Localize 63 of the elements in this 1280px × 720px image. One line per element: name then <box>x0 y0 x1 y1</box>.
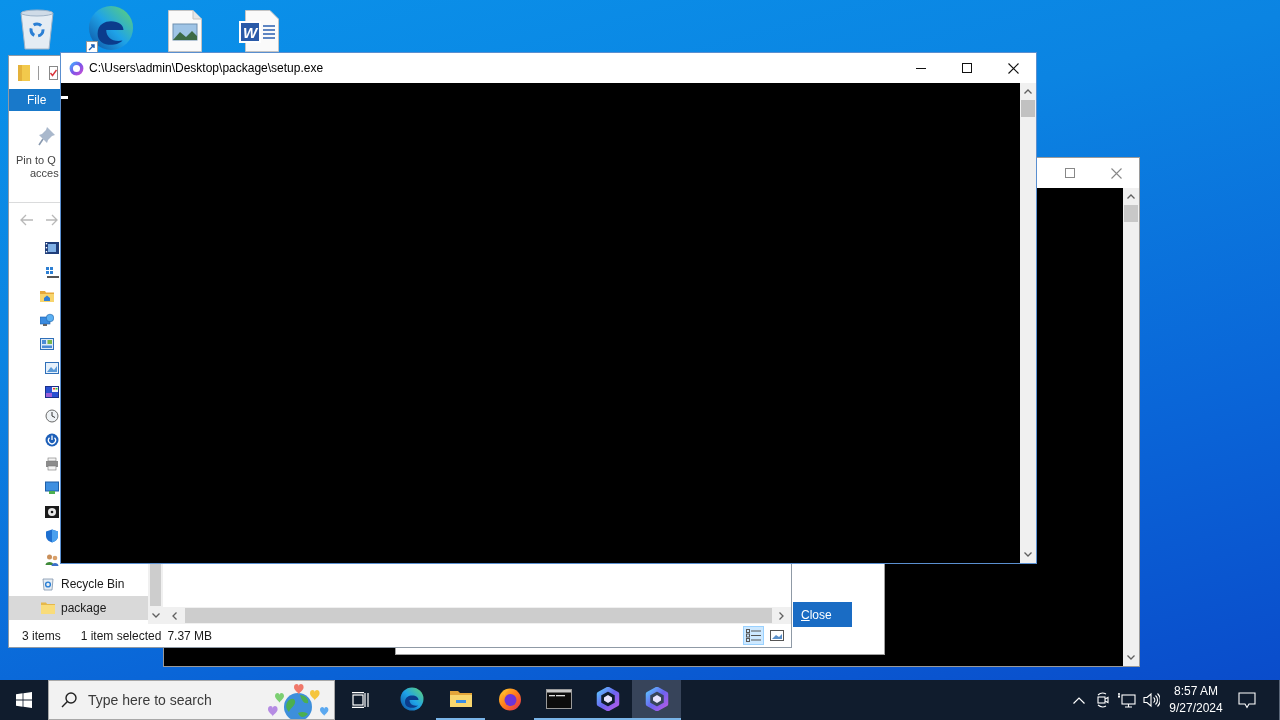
chevron-down-icon <box>1127 655 1135 660</box>
search-field[interactable]: Type here to search <box>48 680 335 720</box>
close-icon <box>1007 62 1019 74</box>
taskbar-app-button[interactable] <box>632 680 681 720</box>
hexagon-ring-icon <box>644 687 669 711</box>
picture-icon <box>769 630 784 641</box>
chevron-left-icon <box>171 611 177 620</box>
checkmark-icon[interactable] <box>49 65 58 80</box>
ring-icon <box>69 60 84 76</box>
volume-icon <box>1142 692 1160 708</box>
hexagon-ring-icon <box>595 687 620 711</box>
users-icon[interactable] <box>45 553 59 567</box>
item-count: 3 items <box>22 627 61 645</box>
folder-icon[interactable] <box>40 289 54 303</box>
terminal-icon <box>545 689 572 709</box>
chevron-up-icon <box>1073 696 1085 704</box>
picture-window-icon[interactable] <box>45 361 59 375</box>
notification-icon <box>1238 691 1256 709</box>
browser-shortcut-icon[interactable] <box>86 5 136 53</box>
nav-item[interactable]: package <box>9 596 148 620</box>
windows-logo-icon <box>16 692 32 708</box>
chevron-down-icon <box>1024 552 1032 557</box>
power-icon[interactable] <box>45 433 59 447</box>
monitor-icon[interactable] <box>45 481 59 495</box>
swirl-icon <box>399 687 424 711</box>
disc-icon[interactable] <box>45 505 59 519</box>
chevron-right-icon <box>779 611 784 620</box>
recycle-bin-icon[interactable] <box>18 8 56 50</box>
scrollbar-thumb <box>1021 100 1035 117</box>
chevron-down-icon <box>151 612 160 618</box>
close-icon <box>1110 167 1122 179</box>
ring-icon <box>497 687 522 711</box>
task-view-icon <box>352 692 370 708</box>
clock[interactable]: 8:57 AM 9/27/2024 <box>1163 680 1229 720</box>
folder-icon <box>448 689 473 709</box>
film-strip-icon[interactable] <box>45 241 59 255</box>
network-icon <box>1118 692 1136 708</box>
window-title: C:\Users\admin\Desktop\package\setup.exe <box>89 60 324 77</box>
pushpin-icon <box>38 126 56 146</box>
shield-icon[interactable] <box>45 529 59 543</box>
details-view-button[interactable] <box>743 626 764 645</box>
printer-icon[interactable] <box>45 457 59 471</box>
scrollbar-thumb <box>1124 205 1138 222</box>
chevron-up-icon <box>1024 89 1032 94</box>
image-file-icon[interactable] <box>168 10 202 52</box>
clock-icon[interactable] <box>45 409 59 423</box>
file-size: 7.37 MB <box>167 627 213 645</box>
details-list-icon <box>746 629 761 642</box>
minimize-icon <box>916 67 926 69</box>
network-icon[interactable] <box>40 313 54 327</box>
close-button[interactable]: Close <box>793 602 852 627</box>
search-icon <box>61 692 77 708</box>
camera-icon <box>1095 692 1111 708</box>
control-panel-icon[interactable] <box>40 337 54 351</box>
color-grid-icon[interactable] <box>45 385 59 399</box>
scrollbar-thumb <box>150 564 161 606</box>
selection-status: 1 item selected <box>80 627 162 645</box>
maximize-icon <box>1065 168 1075 178</box>
pin-button[interactable]: Pin to Q acces <box>12 126 59 180</box>
maximize-icon <box>962 63 972 73</box>
computer-icon[interactable] <box>45 265 59 279</box>
recycle-bin-icon[interactable] <box>41 577 55 591</box>
chevron-up-icon <box>1127 194 1135 199</box>
